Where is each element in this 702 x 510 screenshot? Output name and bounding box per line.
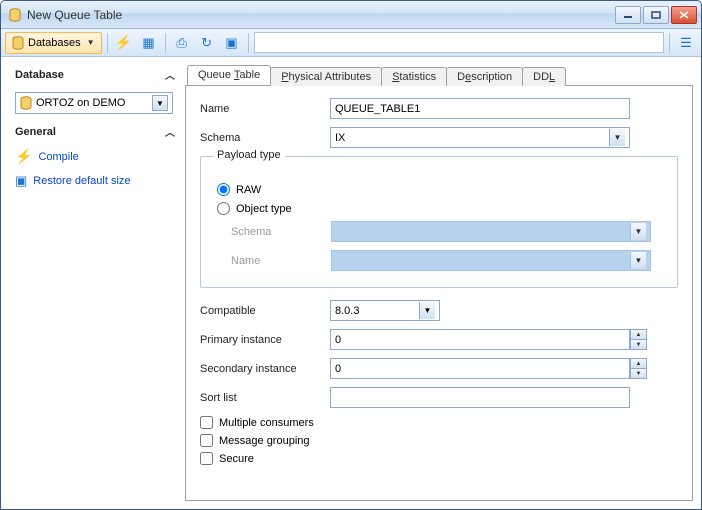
restore-size-button[interactable]: ▣: [221, 32, 243, 54]
secondary-instance-label: Secondary instance: [200, 363, 330, 375]
close-button[interactable]: [671, 6, 697, 24]
structure-button[interactable]: ☰: [675, 32, 697, 54]
obj-name-select: ▼: [331, 250, 651, 271]
bolt-icon: ⚡: [15, 148, 32, 165]
payload-legend: Payload type: [213, 149, 285, 161]
databases-label: Databases: [28, 37, 81, 49]
schema-value: IX: [335, 132, 345, 144]
name-input[interactable]: [330, 98, 630, 119]
refresh-icon: ↻: [201, 35, 212, 51]
separator: [165, 33, 166, 53]
schema-select[interactable]: IX ▼: [330, 127, 630, 148]
name-label: Name: [200, 103, 330, 115]
collapse-icon: ︿: [165, 124, 173, 139]
message-grouping-checkbox[interactable]: [200, 434, 213, 447]
minimize-button[interactable]: [615, 6, 641, 24]
object-type-label: Object type: [236, 203, 292, 215]
obj-schema-label: Schema: [231, 226, 331, 238]
tab-statistics[interactable]: Statistics: [381, 67, 447, 86]
dropdown-arrow-icon: ▼: [630, 223, 646, 240]
multiple-consumers-label: Multiple consumers: [219, 417, 314, 429]
separator: [107, 33, 108, 53]
maximize-button[interactable]: [643, 6, 669, 24]
execute-button[interactable]: ⚡: [113, 32, 135, 54]
database-select[interactable]: ORTOZ on DEMO ▼: [15, 92, 173, 114]
primary-instance-input[interactable]: [330, 329, 630, 350]
save-button[interactable]: ▦: [138, 32, 160, 54]
primary-instance-label: Primary instance: [200, 334, 330, 346]
tab-description[interactable]: Description: [446, 67, 523, 86]
compatible-value: 8.0.3: [335, 305, 359, 317]
tab-queue-table[interactable]: Queue Table: [187, 65, 271, 85]
body: Database ︿ ORTOZ on DEMO ▼ General ︿ ⚡ C…: [1, 57, 701, 509]
app-icon: [7, 7, 23, 23]
dropdown-arrow-icon: ▼: [609, 129, 625, 146]
titlebar: New Queue Table: [1, 1, 701, 29]
secondary-instance-spinner[interactable]: ▲▼: [330, 358, 647, 379]
raw-radio[interactable]: [217, 183, 230, 196]
tabs: Queue Table Physical Attributes Statisti…: [185, 63, 693, 85]
compile-action[interactable]: ⚡ Compile: [9, 145, 179, 168]
compatible-label: Compatible: [200, 305, 330, 317]
dropdown-arrow-icon: ▼: [630, 252, 646, 269]
secondary-instance-input[interactable]: [330, 358, 630, 379]
content: Queue Table Physical Attributes Statisti…: [185, 63, 693, 501]
window-icon: ▣: [15, 173, 27, 189]
multiple-consumers-checkbox[interactable]: [200, 416, 213, 429]
spin-down-icon[interactable]: ▼: [631, 369, 646, 378]
window-title: New Queue Table: [27, 8, 615, 22]
payload-type-fieldset: Payload type RAW Object type Schema: [200, 156, 678, 288]
tab-ddl[interactable]: DDL: [522, 67, 566, 86]
schema-label: Schema: [200, 132, 330, 144]
general-section-header[interactable]: General ︿: [9, 120, 179, 143]
database-header-label: Database: [15, 69, 64, 81]
toolbar: Databases ▼ ⚡ ▦ ⎙ ↻ ▣ ☰: [1, 29, 701, 57]
window: New Queue Table Databases ▼ ⚡ ▦ ⎙ ↻ ▣ ☰ …: [0, 0, 702, 510]
spin-up-icon[interactable]: ▲: [631, 359, 646, 369]
collapse-icon: ︿: [165, 67, 173, 82]
separator: [669, 33, 670, 53]
obj-name-label: Name: [231, 255, 331, 267]
toolbar-combo[interactable]: [254, 32, 664, 53]
dropdown-arrow-icon: ▼: [419, 302, 435, 319]
print-button[interactable]: ⎙: [171, 32, 193, 54]
disk-icon: ▦: [142, 35, 154, 51]
databases-button[interactable]: Databases ▼: [5, 32, 102, 54]
dropdown-arrow-icon: ▼: [87, 38, 95, 47]
spin-down-icon[interactable]: ▼: [631, 340, 646, 349]
database-select-value: ORTOZ on DEMO: [36, 97, 125, 109]
primary-instance-spinner[interactable]: ▲▼: [330, 329, 647, 350]
sortlist-label: Sort list: [200, 392, 330, 404]
separator: [248, 33, 249, 53]
obj-schema-select: ▼: [331, 221, 651, 242]
dropdown-arrow-icon: ▼: [152, 95, 168, 111]
message-grouping-label: Message grouping: [219, 435, 310, 447]
tree-icon: ☰: [680, 35, 692, 51]
restore-size-action[interactable]: ▣ Restore default size: [9, 170, 179, 192]
bolt-icon: ⚡: [115, 34, 132, 51]
raw-label: RAW: [236, 184, 261, 196]
refresh-button[interactable]: ↻: [196, 32, 218, 54]
window-icon: ▣: [225, 35, 237, 51]
secure-label: Secure: [219, 453, 254, 465]
general-header-label: General: [15, 126, 56, 138]
secure-checkbox[interactable]: [200, 452, 213, 465]
compatible-select[interactable]: 8.0.3 ▼: [330, 300, 440, 321]
sidebar: Database ︿ ORTOZ on DEMO ▼ General ︿ ⚡ C…: [9, 63, 179, 501]
spin-up-icon[interactable]: ▲: [631, 330, 646, 340]
tab-physical-attributes[interactable]: Physical Attributes: [270, 67, 382, 86]
compile-label: Compile: [38, 151, 78, 163]
sortlist-input[interactable]: [330, 387, 630, 408]
database-section-header[interactable]: Database ︿: [9, 63, 179, 86]
object-type-radio[interactable]: [217, 202, 230, 215]
tab-panel-queue-table: Name Schema IX ▼ Payload type RAW: [185, 85, 693, 501]
print-icon: ⎙: [176, 35, 186, 51]
restore-label: Restore default size: [33, 175, 130, 187]
